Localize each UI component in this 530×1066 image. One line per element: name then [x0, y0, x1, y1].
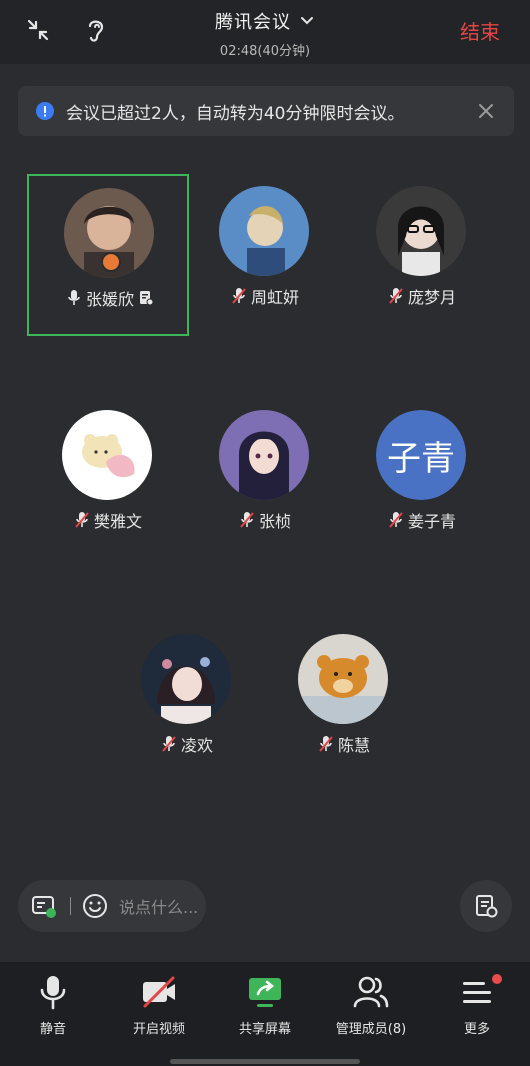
- participant-name: 张桢: [258, 512, 291, 531]
- microphone-muted-icon: [319, 736, 333, 752]
- microphone-muted-icon: [389, 512, 403, 528]
- mute-label: 静音: [39, 1022, 66, 1037]
- participant-name: 张媛欣: [85, 290, 134, 309]
- camera-off-icon: [143, 976, 175, 1008]
- microphone-muted-icon: [75, 512, 89, 528]
- participant-name: 樊雅文: [93, 512, 142, 531]
- participant-tile[interactable]: 子青 姜子青: [341, 398, 503, 560]
- microphone-icon: [40, 976, 66, 1010]
- microphone-muted-icon: [389, 288, 403, 304]
- notification-dot: [492, 974, 502, 984]
- participant-tile[interactable]: 张媛欣: [27, 174, 189, 336]
- info-icon: [36, 102, 54, 120]
- chevron-down-icon: [301, 17, 313, 25]
- meeting-timer: 02:48(40分钟): [219, 44, 311, 59]
- participant-tile[interactable]: 凌欢: [106, 622, 268, 784]
- avatar: [141, 634, 231, 724]
- top-bar: 腾讯会议 02:48(40分钟) 结束: [0, 0, 530, 64]
- participant-tile[interactable]: 周虹妍: [184, 174, 346, 336]
- avatar: [62, 410, 152, 500]
- participant-tile[interactable]: 张桢: [184, 398, 346, 560]
- notice-text: 会议已超过2人，自动转为40分钟限时会议。: [66, 103, 405, 124]
- home-indicator[interactable]: [170, 1059, 360, 1064]
- menu-icon: [463, 982, 491, 1003]
- manage-members-button[interactable]: 管理成员(8): [318, 972, 424, 1037]
- share-screen-icon: [249, 978, 281, 1007]
- share-screen-label: 共享屏幕: [238, 1022, 291, 1037]
- participant-name: 陈慧: [337, 736, 370, 755]
- members-icon: [353, 976, 389, 1008]
- document-icon: [476, 895, 498, 918]
- more-label: 更多: [463, 1022, 490, 1037]
- emoji-icon[interactable]: [81, 892, 109, 920]
- close-icon[interactable]: [474, 99, 498, 123]
- avatar: [219, 410, 309, 500]
- participant-name: 庞梦月: [407, 288, 456, 307]
- notes-button[interactable]: [460, 880, 512, 932]
- more-button[interactable]: 更多: [424, 972, 530, 1037]
- bottom-toolbar: 静音 开启视频 共享屏幕 管理成员(8) 更多: [0, 962, 530, 1066]
- mute-button[interactable]: 静音: [0, 972, 106, 1037]
- chat-input[interactable]: 说点什么...: [119, 894, 198, 918]
- document-icon: [140, 291, 154, 306]
- end-meeting-button[interactable]: 结束: [460, 16, 500, 45]
- avatar: [376, 186, 466, 276]
- start-video-label: 开启视频: [132, 1022, 185, 1037]
- participant-tile[interactable]: 樊雅文: [27, 398, 189, 560]
- microphone-muted-icon: [232, 288, 246, 304]
- start-video-button[interactable]: 开启视频: [106, 972, 212, 1037]
- meeting-title: 腾讯会议: [215, 12, 291, 33]
- manage-members-label: 管理成员(8): [335, 1022, 407, 1037]
- participant-tile[interactable]: 庞梦月: [341, 174, 503, 336]
- host-badge-icon: [101, 252, 121, 272]
- caption-icon[interactable]: [30, 892, 58, 920]
- participant-name: 周虹妍: [250, 288, 299, 307]
- avatar: [219, 186, 309, 276]
- meeting-title-dropdown[interactable]: 腾讯会议: [215, 8, 315, 34]
- notice-banner: 会议已超过2人，自动转为40分钟限时会议。: [18, 86, 514, 136]
- share-screen-button[interactable]: 共享屏幕: [212, 972, 318, 1037]
- participant-name: 姜子青: [407, 512, 456, 531]
- avatar: 子青: [376, 410, 466, 500]
- avatar: [298, 634, 388, 724]
- microphone-muted-icon: [240, 512, 254, 528]
- participant-name: 凌欢: [180, 736, 213, 755]
- microphone-icon: [68, 290, 80, 305]
- chat-bar[interactable]: 说点什么...: [18, 880, 206, 932]
- divider: [70, 897, 71, 915]
- microphone-muted-icon: [162, 736, 176, 752]
- participant-tile[interactable]: 陈慧: [263, 622, 425, 784]
